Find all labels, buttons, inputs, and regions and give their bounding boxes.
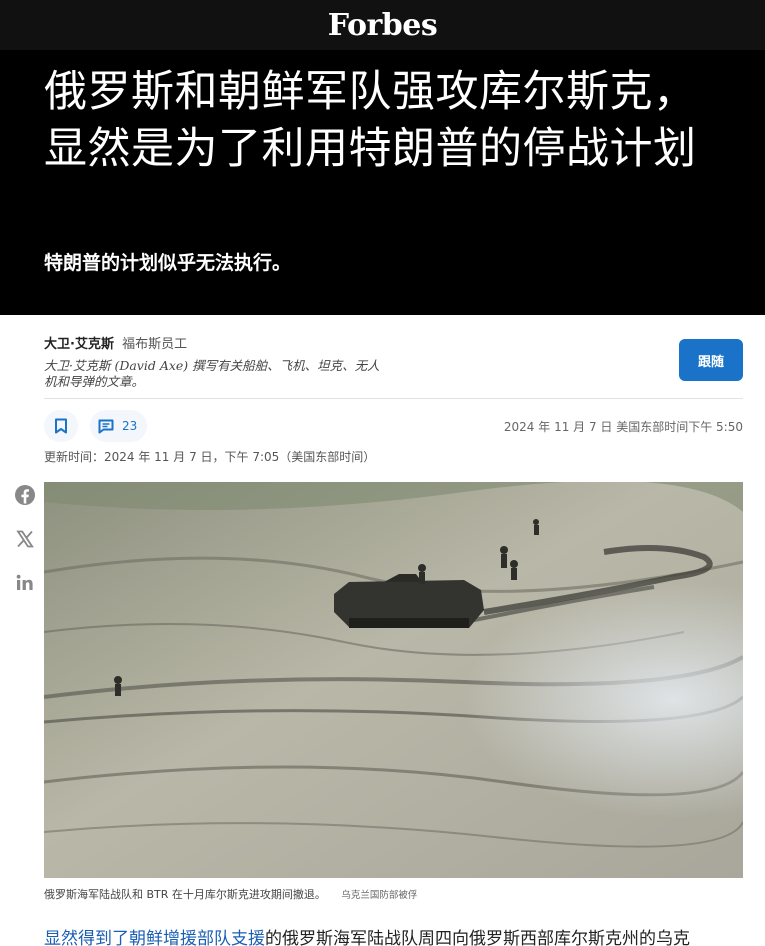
share-bar bbox=[14, 484, 36, 594]
article-actions: 23 bbox=[44, 410, 148, 442]
image-caption: 俄罗斯海军陆战队和 BTR 在十月库尔斯克进攻期间撤退。 乌克兰国防部被俘 bbox=[44, 886, 417, 902]
publish-date: 2024 年 11 月 7 日 美国东部时间下午 5:50 bbox=[503, 420, 743, 434]
author-role: 福布斯员工 bbox=[122, 337, 188, 352]
comments-button[interactable]: 23 bbox=[90, 410, 148, 442]
battlefield-photo bbox=[44, 482, 743, 878]
body-link[interactable]: 显然得到了朝鲜增援部队支援 bbox=[44, 929, 265, 946]
article-body: 显然得到了朝鲜增援部队支援的俄罗斯海军陆战队周四向俄罗斯西部库尔斯克州的乌克 bbox=[44, 926, 744, 946]
comment-icon bbox=[98, 419, 114, 433]
caption-credit: 乌克兰国防部被俘 bbox=[341, 890, 418, 901]
bookmark-icon bbox=[55, 418, 67, 434]
byline: 大卫·艾克斯 福布斯员工 bbox=[44, 333, 187, 352]
follow-button[interactable]: 跟随 bbox=[679, 339, 743, 381]
body-text: 的俄罗斯海军陆战队周四向俄罗斯西部库尔斯克州的乌克 bbox=[265, 929, 690, 946]
comment-count: 23 bbox=[122, 419, 138, 433]
author-bio: 大卫·艾克斯 (David Axe) 撰写有关船舶、飞机、坦克、无人机和导弹的文… bbox=[44, 358, 380, 389]
updated-date: 更新时间：2024 年 11 月 7 日，下午 7:05（美国东部时间） bbox=[44, 450, 376, 464]
linkedin-icon[interactable] bbox=[14, 572, 36, 594]
article-dek: 特朗普的计划似乎无法执行。 bbox=[44, 252, 292, 274]
top-bar: Forbes bbox=[0, 0, 765, 50]
bookmark-button[interactable] bbox=[44, 410, 78, 442]
forbes-logo[interactable]: Forbes bbox=[328, 8, 438, 43]
article-headline: 俄罗斯和朝鲜军队强攻库尔斯克，显然是为了利用特朗普的停战计划 bbox=[44, 67, 697, 174]
article-hero: 俄罗斯和朝鲜军队强攻库尔斯克，显然是为了利用特朗普的停战计划 特朗普的计划似乎无… bbox=[0, 50, 765, 315]
author-name[interactable]: 大卫·艾克斯 bbox=[44, 337, 114, 352]
facebook-icon[interactable] bbox=[14, 484, 36, 506]
article-photo bbox=[44, 482, 743, 878]
caption-text: 俄罗斯海军陆战队和 BTR 在十月库尔斯克进攻期间撤退。 bbox=[44, 888, 326, 901]
divider bbox=[44, 398, 743, 399]
x-icon[interactable] bbox=[14, 528, 36, 550]
